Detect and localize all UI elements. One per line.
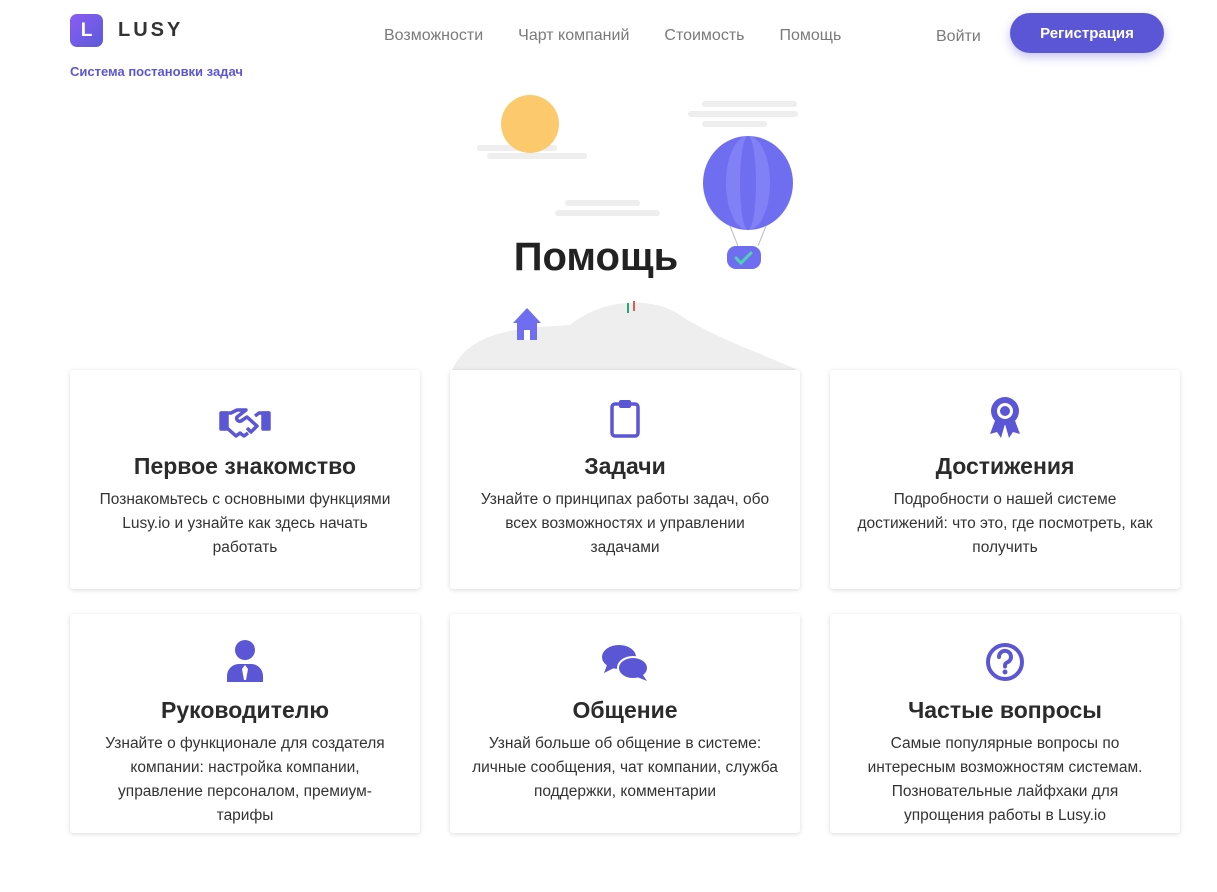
page-title: Помощь: [513, 235, 679, 279]
handshake-icon: [70, 388, 420, 438]
hill-illustration: [452, 302, 798, 370]
register-button[interactable]: Регистрация: [1010, 13, 1164, 53]
main-nav: Возможности Чарт компаний Стоимость Помо…: [384, 27, 876, 45]
login-link[interactable]: Войти: [936, 28, 981, 46]
chat-icon: [450, 632, 800, 682]
card-description: Подробности о нашей системе достижений: …: [857, 491, 1153, 556]
card-description: Самые популярные вопросы по интересным в…: [867, 735, 1143, 824]
card-first-steps[interactable]: Первое знакомство Познакомьтесь с основн…: [70, 370, 420, 589]
award-icon: [830, 388, 1180, 438]
card-manager[interactable]: Руководителю Узнайте о функционале для с…: [70, 614, 420, 833]
sun-icon: [501, 95, 559, 153]
card-title: Достижения: [935, 453, 1075, 479]
logo-icon: L: [70, 14, 103, 47]
card-communication[interactable]: Общение Узнай больше об общение в систем…: [450, 614, 800, 833]
nav-link-pricing[interactable]: Стоимость: [664, 27, 744, 45]
card-title: Общение: [572, 697, 678, 723]
card-title: Задачи: [584, 453, 666, 479]
hero-illustration: [452, 95, 798, 370]
card-description: Познакомьтесь с основными функциями Lusy…: [99, 491, 391, 556]
card-title: Руководителю: [160, 697, 330, 723]
house-icon: [513, 308, 541, 340]
nav-link-help[interactable]: Помощь: [780, 27, 842, 45]
logo-text: LUSY: [118, 19, 184, 41]
card-faq[interactable]: Частые вопросы Самые популярные вопросы …: [830, 614, 1180, 833]
card-description: Узнайте о принципах работы задач, обо вс…: [480, 491, 770, 556]
question-circle-icon: [830, 632, 1180, 682]
card-description: Узнайте о функционале для создателя комп…: [105, 735, 385, 824]
tagline: Система постановки задач: [70, 64, 243, 79]
nav-link-company-chart[interactable]: Чарт компаний: [518, 27, 629, 45]
card-description: Узнай больше об общение в системе: личны…: [472, 735, 778, 800]
card-title: Частые вопросы: [908, 697, 1102, 723]
card-title: Первое знакомство: [133, 453, 357, 479]
card-achievements[interactable]: Достижения Подробности о нашей системе д…: [830, 370, 1180, 589]
user-tie-icon: [70, 632, 420, 682]
logo[interactable]: L LUSY: [70, 14, 183, 47]
card-tasks[interactable]: Задачи Узнайте о принципах работы задач,…: [450, 370, 800, 589]
clipboard-icon: [450, 388, 800, 438]
nav-link-features[interactable]: Возможности: [384, 27, 483, 45]
